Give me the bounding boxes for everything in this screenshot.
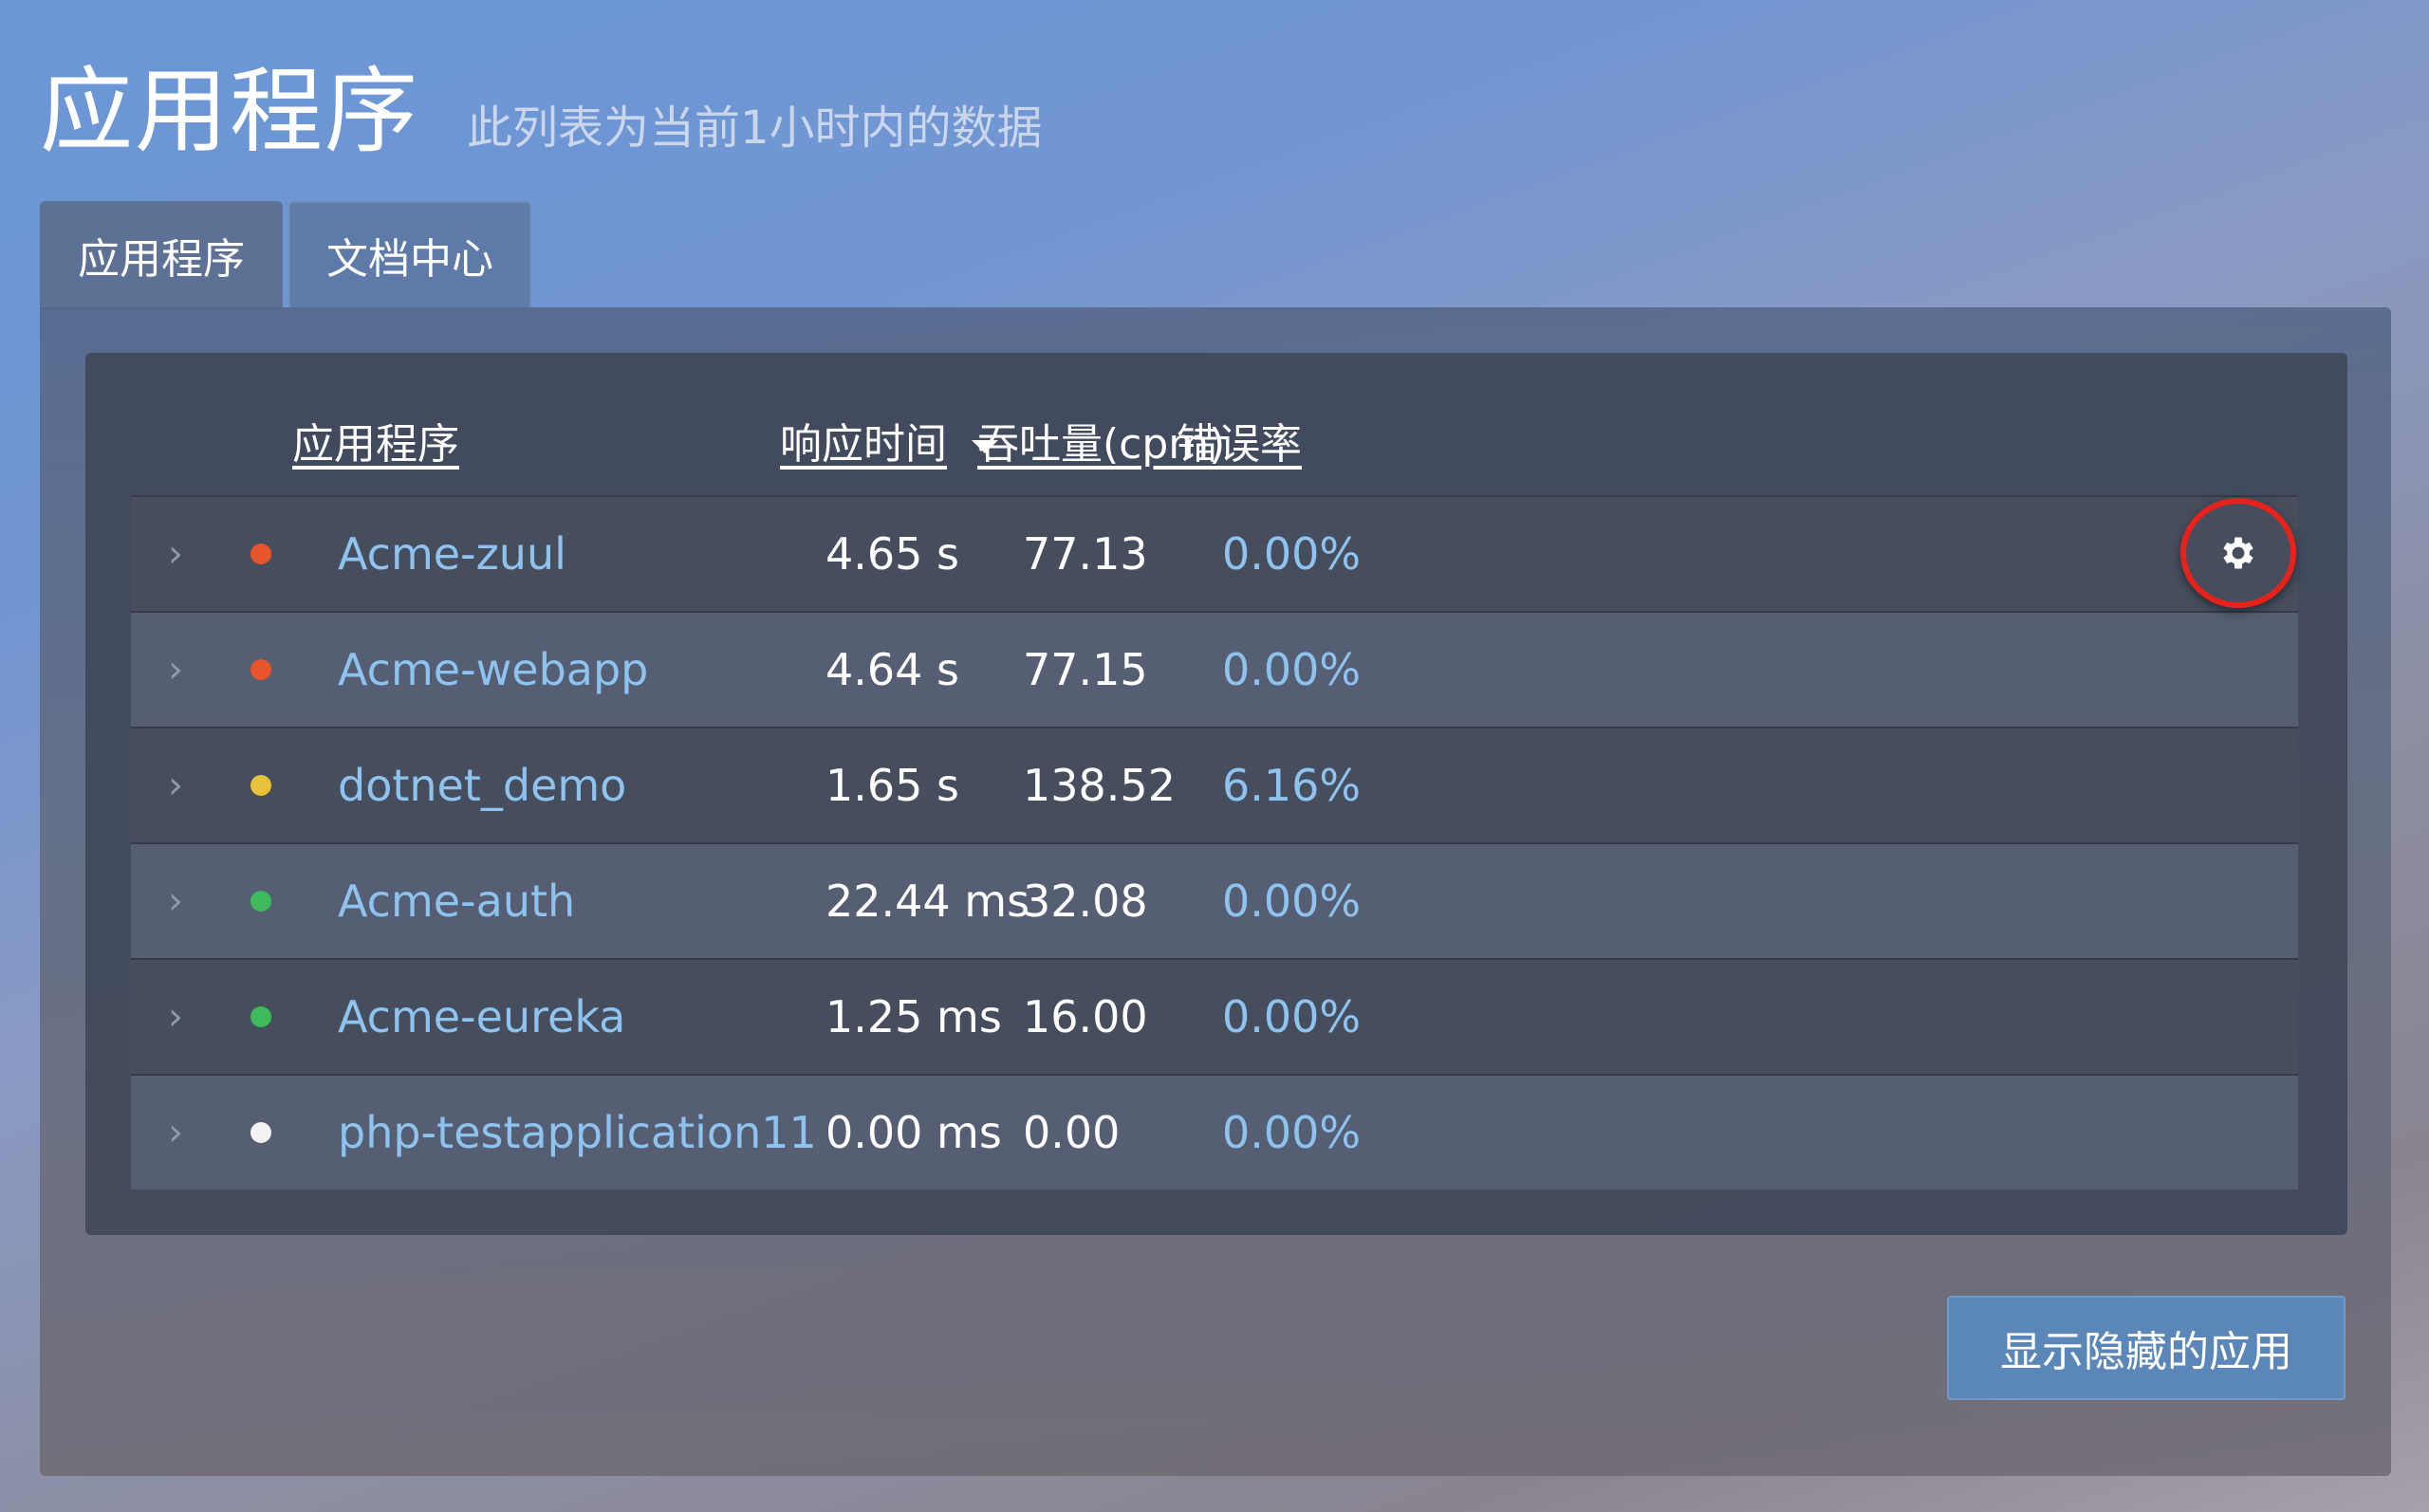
chevron-right-icon[interactable]: › <box>161 613 190 727</box>
throughput-value: 77.15 <box>1023 644 1148 695</box>
page-subtitle: 此列表为当前1小时内的数据 <box>467 101 1043 155</box>
table-row[interactable]: › Acme-eureka 1.25 ms 16.00 0.00% <box>131 958 2298 1074</box>
response-time-value: 4.65 s <box>825 528 960 580</box>
app-name-link[interactable]: Acme-webapp <box>338 613 648 727</box>
app-name-link[interactable]: dotnet_demo <box>338 728 626 842</box>
tab-bar: 应用程序 文档中心 <box>40 201 537 309</box>
throughput-value: 0.00 <box>1023 1107 1121 1158</box>
chevron-right-icon[interactable]: › <box>161 497 190 611</box>
throughput-value: 32.08 <box>1023 876 1148 927</box>
chevron-right-icon[interactable]: › <box>161 960 190 1074</box>
chevron-right-icon[interactable]: › <box>161 1076 190 1189</box>
applications-panel: 应用程序 响应时间 吞吐量(cpm) 错误率 › Acme-zuul 4.65 … <box>40 307 2391 1476</box>
status-dot <box>250 891 271 912</box>
app-name-link[interactable]: Acme-zuul <box>338 497 566 611</box>
column-header-response-time-label: 响应时间 <box>780 420 947 469</box>
response-time-value: 1.25 ms <box>825 991 1002 1042</box>
response-time-value: 4.64 s <box>825 644 960 695</box>
table-body: › Acme-zuul 4.65 s 77.13 0.00% › Acme-we… <box>131 495 2298 1189</box>
table-row[interactable]: › Acme-webapp 4.64 s 77.15 0.00% <box>131 611 2298 727</box>
error-rate-value: 0.00% <box>1222 1107 1362 1158</box>
error-rate-value: 0.00% <box>1222 876 1362 927</box>
gear-icon[interactable] <box>2217 532 2259 574</box>
error-rate-value: 0.00% <box>1222 644 1362 695</box>
table-row[interactable]: › Acme-auth 22.44 ms 32.08 0.00% <box>131 842 2298 958</box>
page-header: 应用程序 此列表为当前1小时内的数据 <box>40 36 1043 166</box>
throughput-value: 16.00 <box>1023 991 1148 1042</box>
status-dot <box>250 544 271 564</box>
status-dot <box>250 659 271 680</box>
throughput-value: 138.52 <box>1023 760 1176 811</box>
error-rate-value: 0.00% <box>1222 991 1362 1042</box>
table-row[interactable]: › dotnet_demo 1.65 s 138.52 6.16% <box>131 727 2298 842</box>
app-name-link[interactable]: Acme-eureka <box>338 960 625 1074</box>
tab-applications[interactable]: 应用程序 <box>40 201 283 309</box>
applications-table: 应用程序 响应时间 吞吐量(cpm) 错误率 › Acme-zuul 4.65 … <box>85 353 2347 1235</box>
table-row[interactable]: › Acme-zuul 4.65 s 77.13 0.00% <box>131 495 2298 611</box>
table-row[interactable]: › php-testapplication11 0.00 ms 0.00 0.0… <box>131 1074 2298 1189</box>
tab-docs-center[interactable]: 文档中心 <box>288 201 531 307</box>
table-header: 应用程序 响应时间 吞吐量(cpm) 错误率 <box>85 353 2347 495</box>
throughput-value: 77.13 <box>1023 528 1148 580</box>
status-dot <box>250 1006 271 1027</box>
column-header-error-rate[interactable]: 错误率 <box>1177 410 1302 470</box>
page-title: 应用程序 <box>40 58 420 166</box>
column-header-name[interactable]: 应用程序 <box>292 410 459 470</box>
error-rate-value: 6.16% <box>1222 760 1362 811</box>
error-rate-value: 0.00% <box>1222 528 1362 580</box>
response-time-value: 0.00 ms <box>825 1107 1002 1158</box>
show-hidden-apps-button[interactable]: 显示隐藏的应用 <box>1947 1296 2346 1400</box>
status-dot <box>250 775 271 796</box>
row-settings <box>2177 495 2300 611</box>
response-time-value: 1.65 s <box>825 760 960 811</box>
column-header-response-time[interactable]: 响应时间 <box>780 410 998 470</box>
status-dot <box>250 1122 271 1143</box>
app-name-link[interactable]: Acme-auth <box>338 844 575 958</box>
chevron-right-icon[interactable]: › <box>161 728 190 842</box>
app-name-link[interactable]: php-testapplication11 <box>338 1076 817 1189</box>
chevron-right-icon[interactable]: › <box>161 844 190 958</box>
response-time-value: 22.44 ms <box>825 876 1030 927</box>
